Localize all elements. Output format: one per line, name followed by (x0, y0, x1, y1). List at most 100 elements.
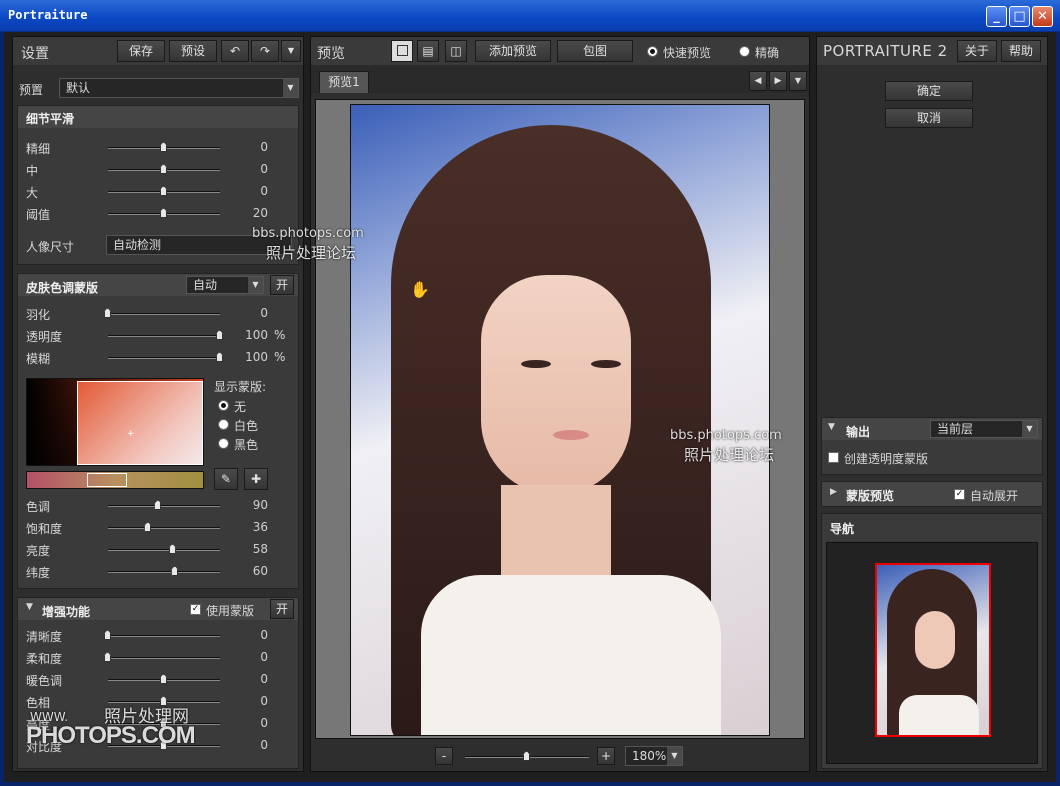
help-button[interactable]: 帮助 (1001, 40, 1041, 62)
preset-dropdown[interactable]: 默认 ▼ (59, 78, 299, 98)
slider-value: 0 (260, 738, 268, 752)
save-button[interactable]: 保存 (117, 40, 165, 62)
slider-track[interactable] (108, 549, 220, 551)
redo-button[interactable]: ↷ (251, 40, 279, 62)
slider-label: 透明度 (26, 330, 63, 344)
skin-mask-toggle[interactable]: 开 (270, 275, 294, 295)
use-mask-checkbox[interactable]: ✓ (190, 604, 201, 615)
collapse-triangle-icon[interactable]: ▼ (26, 602, 33, 612)
slider-thumb[interactable] (104, 630, 111, 640)
split-horizontal-button[interactable]: ▤ (417, 40, 439, 62)
zoom-in-button[interactable]: + (597, 747, 615, 765)
slider-thumb[interactable] (144, 522, 152, 532)
slider-thumb[interactable] (216, 330, 223, 340)
about-button[interactable]: 关于 (957, 40, 997, 62)
slider-thumb[interactable] (160, 186, 167, 196)
output-section: ▼ 输出 当前层 ▼ 创建透明度蒙版 (821, 417, 1043, 475)
color-range-box[interactable] (77, 381, 203, 465)
navigator-section: 导航 (821, 513, 1043, 769)
tab-menu-button[interactable]: ▼ (789, 71, 807, 91)
tab-preview-1[interactable]: 预览1 (319, 71, 369, 93)
slider-unit: % (274, 328, 286, 342)
output-dropdown[interactable]: 当前层 ▼ (930, 420, 1038, 438)
fast-preview-radio[interactable] (647, 46, 658, 57)
slider-track[interactable] (108, 635, 220, 637)
slider-thumb[interactable] (160, 674, 167, 684)
single-view-button[interactable] (391, 40, 413, 62)
slider-thumb[interactable] (104, 308, 111, 318)
preview-panel: 预览 ▤ ◫ 添加预览 包图 快速预览 精确 预览1 ◀ ▶ ▼ ✋ - + 1… (310, 36, 810, 772)
add-preview-button[interactable]: 添加预览 (475, 40, 551, 62)
tab-next-button[interactable]: ▶ (769, 71, 787, 91)
zoom-out-button[interactable]: - (435, 747, 453, 765)
watermark-site: PHOTOPS.COM (26, 722, 196, 749)
slider-track[interactable] (108, 313, 220, 315)
eyedropper-button[interactable]: ✎ (214, 468, 238, 490)
settings-header: 设置 保存 预设 ↶ ↷ ▼ (13, 37, 303, 65)
slider-value: 90 (252, 498, 268, 512)
color-field[interactable]: + (26, 378, 204, 466)
create-mask-checkbox[interactable] (828, 452, 839, 463)
hue-range-box[interactable] (87, 473, 127, 487)
slider-value: 0 (260, 184, 268, 198)
slider-thumb[interactable] (104, 652, 111, 662)
slider-label: 饱和度 (26, 522, 63, 536)
close-button[interactable]: ✕ (1032, 6, 1053, 27)
slider-thumb[interactable] (160, 208, 167, 218)
cancel-button[interactable]: 取消 (885, 108, 973, 128)
slider-thumb[interactable] (160, 142, 167, 152)
use-mask-label: 使用蒙版 (206, 604, 255, 618)
slider-track[interactable] (108, 657, 220, 659)
skin-mode-value: 自动 (193, 278, 218, 292)
slider-thumb[interactable] (154, 500, 162, 510)
preview-photo[interactable] (350, 104, 770, 736)
settings-panel: 设置 保存 预设 ↶ ↷ ▼ 预置 默认 ▼ 细节平滑 精细 0 中 0 大 0 阈值 20 … (12, 36, 304, 772)
slider-label: 中 (26, 164, 39, 178)
split-vertical-button[interactable]: ◫ (445, 40, 467, 62)
slider-label: 暖色调 (26, 674, 63, 688)
settings-title: 设置 (21, 46, 49, 62)
slider-track[interactable] (108, 505, 220, 507)
hue-strip[interactable] (26, 471, 204, 489)
navigator-view[interactable] (826, 542, 1038, 764)
slider-thumb[interactable] (171, 566, 179, 576)
preview-tabbar: 预览1 ◀ ▶ ▼ (311, 65, 809, 93)
slider-track[interactable] (108, 335, 220, 337)
minimize-button[interactable]: _ (986, 6, 1007, 27)
portrait-size-label: 人像尺寸 (26, 240, 75, 254)
collapse-triangle-icon[interactable]: ▼ (828, 422, 835, 432)
crop-button[interactable]: 包图 (557, 40, 633, 62)
ok-button[interactable]: 确定 (885, 81, 973, 101)
enhance-toggle[interactable]: 开 (270, 599, 294, 619)
close-icon: ✕ (1037, 9, 1048, 24)
slider-track[interactable] (108, 357, 220, 359)
expand-triangle-icon[interactable]: ▶ (830, 487, 837, 497)
tab-prev-button[interactable]: ◀ (749, 71, 767, 91)
undo-button[interactable]: ↶ (221, 40, 249, 62)
preset-button[interactable]: 预设 (169, 40, 217, 62)
app-frame: 设置 保存 预设 ↶ ↷ ▼ 预置 默认 ▼ 细节平滑 精细 0 中 0 大 0 阈值 20 … (4, 32, 1056, 782)
slider-track[interactable] (108, 571, 220, 573)
zoom-slider-thumb[interactable] (523, 751, 530, 761)
mask-option-radio[interactable] (218, 438, 229, 449)
slider-value: 0 (260, 162, 268, 176)
slider-thumb[interactable] (216, 352, 223, 362)
slider-thumb[interactable] (168, 544, 176, 554)
watermark-forum-2: 照片处理论坛 (684, 446, 775, 464)
slider-track[interactable] (108, 527, 220, 529)
zoom-dropdown[interactable]: 180% ▼ (625, 746, 683, 766)
preview-canvas[interactable]: ✋ (315, 99, 805, 739)
navigator-viewport[interactable] (875, 563, 991, 737)
maximize-button[interactable]: □ (1009, 6, 1030, 27)
slider-thumb[interactable] (160, 164, 167, 174)
mask-option-radio[interactable] (218, 400, 229, 411)
skin-mode-dropdown[interactable]: 自动 ▼ (186, 276, 264, 294)
slider-label: 羽化 (26, 308, 51, 322)
settings-menu-button[interactable]: ▼ (281, 40, 301, 62)
eyedropper-add-button[interactable]: ✚ (244, 468, 268, 490)
slider-value: 100 (245, 328, 268, 342)
accurate-radio[interactable] (739, 46, 750, 57)
mask-option-radio[interactable] (218, 419, 229, 430)
auto-expand-checkbox[interactable]: ✓ (954, 489, 965, 500)
hand-cursor-icon: ✋ (410, 280, 430, 299)
